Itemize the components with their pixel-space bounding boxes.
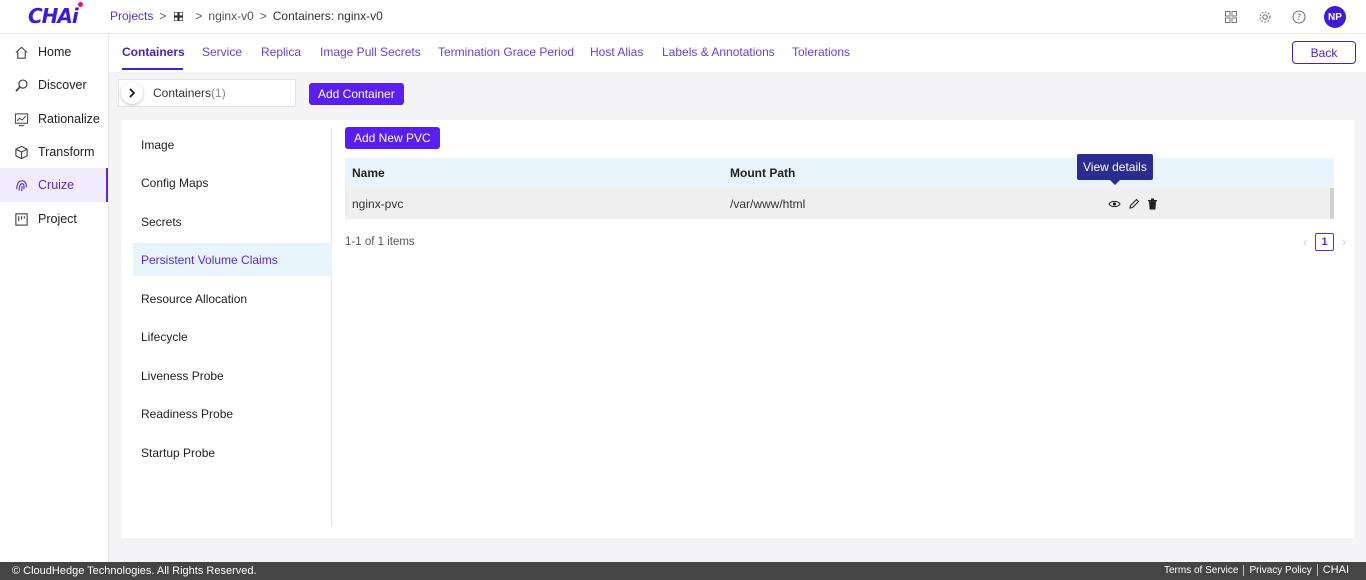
page-number-current[interactable]: 1 [1315,233,1334,251]
subnav-item-secrets[interactable]: Secrets [133,205,332,238]
back-button[interactable]: Back [1292,41,1356,64]
table-row: nginx-pvc /var/www/html [345,188,1334,219]
search-icon [15,78,28,92]
footer: © CloudHedge Technologies. All Rights Re… [0,562,1366,580]
subnav-item-config-maps[interactable]: Config Maps [133,166,332,199]
chevron-right-icon[interactable] [121,82,143,104]
breadcrumb-projects-link[interactable]: Projects [110,9,153,23]
subnav-item-lifecycle[interactable]: Lifecycle [133,320,332,353]
sidebar-item-cruize[interactable]: Cruize [0,168,108,202]
breadcrumb-separator: > [195,9,203,23]
svg-text:?: ? [1297,13,1302,23]
gear-icon[interactable] [1256,8,1274,26]
sidebar-item-project[interactable]: Project [0,202,108,236]
column-header-mount-path[interactable]: Mount Path [723,166,1106,180]
subnav-item-readiness-probe[interactable]: Readiness Probe [133,397,332,430]
cell-mount-path: /var/www/html [730,196,806,211]
sidebar-item-label: Rationalize [38,112,100,126]
app-grid-icon[interactable] [174,11,184,21]
add-container-button[interactable]: Add Container [309,83,404,105]
column-header-name[interactable]: Name [345,166,723,180]
pagination: ‹ 1 › [1303,233,1346,251]
app-logo[interactable]: CHAi [28,4,79,28]
cube-icon [15,145,28,159]
subnav-item-persistent-volume-claims[interactable]: Persistent Volume Claims [133,243,332,276]
breadcrumb-separator: > [159,9,167,23]
view-details-tooltip: View details [1077,154,1153,185]
footer-copyright: © CloudHedge Technologies. All Rights Re… [12,565,257,577]
row-actions [1106,197,1330,210]
user-avatar[interactable]: NP [1324,6,1346,28]
container-subnav: Image Config Maps Secrets Persistent Vol… [133,128,332,526]
tab-bar: Containers Service Replica Image Pull Se… [109,34,1366,72]
containers-label: Containers(1) [153,86,226,100]
footer-links: Terms of Service Privacy Policy CHAI [1159,564,1354,576]
sidebar-item-label: Cruize [38,178,75,192]
breadcrumb: Projects > > nginx-v0 > Containers: ngin… [110,9,383,23]
tab-host-alias[interactable]: Host Alias [590,45,643,59]
sidebar-item-home[interactable]: Home [0,35,108,69]
sidebar-item-label: Home [38,45,72,59]
trash-icon[interactable] [1146,197,1159,210]
containers-count: (1) [211,86,226,100]
breadcrumb-app-link[interactable]: nginx-v0 [208,9,253,23]
sidebar-item-label: Project [38,212,77,226]
subnav-item-image[interactable]: Image [133,128,332,161]
terms-of-service-link[interactable]: Terms of Service [1159,565,1243,576]
project-icon [15,212,28,226]
chart-icon [14,112,29,126]
container-config-panel: Image Config Maps Secrets Persistent Vol… [121,120,1354,538]
sidebar-item-label: Discover [38,78,87,92]
active-tab-indicator [122,68,183,70]
table-header: Name Mount Path [345,158,1334,188]
sidebar: Home Discover Rationalize Transform Crui… [0,34,109,562]
apps-grid-icon[interactable] [1222,8,1240,26]
edit-pencil-icon[interactable] [1127,197,1140,210]
tab-containers[interactable]: Containers [122,45,185,59]
tab-labels-annotations[interactable]: Labels & Annotations [662,45,775,59]
main-content: Containers(1) Add Container Image Config… [109,72,1366,562]
sidebar-item-rationalize[interactable]: Rationalize [0,102,108,136]
containers-label-text: Containers [153,86,212,100]
eye-icon[interactable] [1108,197,1121,210]
subnav-item-resource-allocation[interactable]: Resource Allocation [133,282,332,315]
footer-brand: CHAI [1316,564,1354,576]
breadcrumb-current: Containers: nginx-v0 [272,9,383,23]
pvc-table: Name Mount Path nginx-pvc /var/www/html [345,158,1334,219]
sidebar-item-discover[interactable]: Discover [0,68,108,102]
home-icon [15,46,28,59]
tab-replica[interactable]: Replica [261,45,301,59]
cell-name: nginx-pvc [352,196,404,211]
breadcrumb-separator: > [259,9,267,23]
sidebar-item-transform[interactable]: Transform [0,135,108,169]
tab-service[interactable]: Service [202,45,242,59]
add-new-pvc-button[interactable]: Add New PVC [345,127,440,149]
help-icon[interactable]: ? [1290,8,1308,26]
tab-image-pull-secrets[interactable]: Image Pull Secrets [320,45,421,59]
tab-termination-grace-period[interactable]: Termination Grace Period [438,45,574,59]
next-page-icon[interactable]: › [1342,235,1346,249]
header-actions: ? NP [1222,6,1346,28]
sidebar-item-label: Transform [38,145,95,159]
subnav-item-startup-probe[interactable]: Startup Probe [133,436,332,469]
prev-page-icon[interactable]: ‹ [1303,235,1307,249]
fingerprint-icon [16,179,27,191]
top-header: CHAi Projects > > nginx-v0 > Containers:… [0,0,1366,34]
containers-selector[interactable]: Containers(1) [118,79,296,107]
subnav-item-liveness-probe[interactable]: Liveness Probe [133,359,332,392]
tab-tolerations[interactable]: Tolerations [792,45,850,59]
pagination-summary: 1-1 of 1 items [345,236,415,248]
privacy-policy-link[interactable]: Privacy Policy [1243,564,1316,576]
